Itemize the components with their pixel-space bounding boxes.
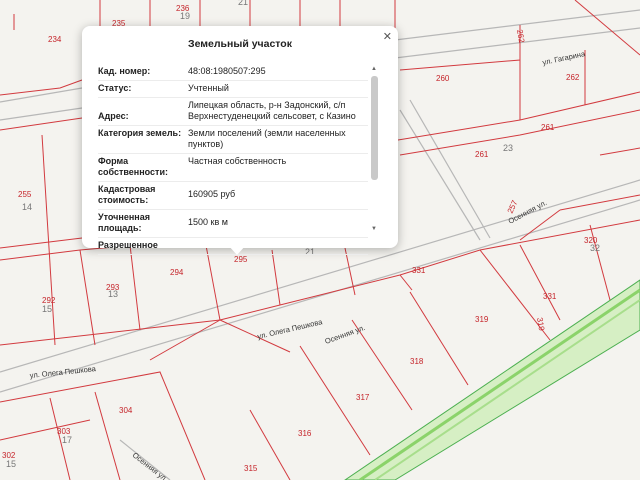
address-number: 13 bbox=[108, 289, 118, 299]
address-number: 19 bbox=[180, 11, 190, 21]
parcel-label: 319 bbox=[475, 315, 489, 324]
parcel-label: 319 bbox=[535, 317, 546, 332]
parcel-details[interactable]: Кад. номер: 48:08:1980507:295 Статус: Учте… bbox=[98, 64, 368, 260]
detail-key: Адрес: bbox=[98, 111, 129, 121]
parcel-label: 316 bbox=[298, 429, 312, 438]
detail-key: Кадастровая стоимость: bbox=[98, 184, 156, 205]
detail-value: 1500 кв м bbox=[188, 217, 228, 227]
address-number: 21 bbox=[238, 0, 248, 7]
scrollbar[interactable]: ▲ ▼ bbox=[371, 66, 378, 236]
parcel-label: 331 bbox=[543, 292, 557, 301]
parcel-label: 255 bbox=[18, 190, 32, 199]
detail-value: 160905 руб bbox=[188, 189, 236, 199]
address-number: 15 bbox=[6, 459, 16, 469]
parcel-label: 315 bbox=[244, 464, 258, 473]
address-number: 23 bbox=[503, 143, 513, 153]
parcel-info-popup: ✕ Земельный участок Кад. номер: 48:08:198… bbox=[82, 26, 398, 255]
detail-key: Форма собственности: bbox=[98, 156, 168, 177]
parcel-label: 260 bbox=[436, 74, 450, 83]
street-label: ул. Гагарина bbox=[542, 49, 587, 67]
street-label: Осенняя ул. bbox=[324, 323, 367, 346]
detail-row: Адрес: Липецкая область, р-н Задонский, с… bbox=[98, 98, 368, 126]
street-label: ул. Олега Пешкова bbox=[29, 364, 97, 380]
detail-row: Уточненная площадь: 1500 кв м bbox=[98, 210, 368, 238]
parcel-label: 318 bbox=[410, 357, 424, 366]
detail-key: Кад. номер: bbox=[98, 66, 151, 76]
parcel-label: 261 bbox=[541, 123, 555, 132]
parcel-label: 294 bbox=[170, 268, 184, 277]
parcel-label: 262 bbox=[515, 29, 526, 44]
parcel-label: 304 bbox=[119, 406, 133, 415]
detail-value bbox=[188, 240, 368, 251]
scroll-up-icon[interactable]: ▲ bbox=[371, 66, 377, 72]
address-number: 32 bbox=[590, 243, 600, 253]
address-number: 15 bbox=[42, 304, 52, 314]
detail-value: Частная собственность bbox=[188, 156, 287, 166]
detail-value: Учтенный bbox=[188, 83, 229, 93]
detail-key: Статус: bbox=[98, 83, 132, 93]
street-label: ул. Олега Пешкова bbox=[256, 317, 324, 341]
parcel-label: 262 bbox=[566, 73, 580, 82]
detail-value: Земли поселений (земли населенных пункто… bbox=[188, 128, 346, 149]
address-number: 17 bbox=[62, 435, 72, 445]
map-view[interactable]: 234 235 236 19 21 255 14 292 15 293 13 2… bbox=[0, 0, 640, 480]
detail-key: Уточненная площадь: bbox=[98, 212, 150, 233]
popup-title: Земельный участок bbox=[188, 38, 292, 50]
detail-row: Категория земель: Земли поселений (земли … bbox=[98, 126, 368, 154]
detail-value: Липецкая область, р-н Задонский, с/п Вер… bbox=[188, 100, 356, 121]
detail-key: Разрешенное bbox=[98, 240, 158, 250]
street-label: Осенняя ул. bbox=[131, 450, 170, 480]
parcel-label: 261 bbox=[475, 150, 489, 159]
detail-row: Кадастровая стоимость: 160905 руб bbox=[98, 182, 368, 210]
detail-row: Форма собственности: Частная собственност… bbox=[98, 154, 368, 182]
scrollbar-thumb[interactable] bbox=[371, 76, 378, 180]
popup-pointer bbox=[228, 245, 246, 255]
address-number: 14 bbox=[22, 202, 32, 212]
detail-row: Статус: Учтенный bbox=[98, 81, 368, 98]
detail-key: Категория земель: bbox=[98, 128, 182, 138]
scroll-down-icon[interactable]: ▼ bbox=[371, 226, 377, 232]
parcel-label: 234 bbox=[48, 35, 62, 44]
parcel-label: 331 bbox=[412, 266, 426, 275]
detail-row: Кад. номер: 48:08:1980507:295 bbox=[98, 64, 368, 81]
detail-value: 48:08:1980507:295 bbox=[188, 66, 266, 76]
parcel-label: 317 bbox=[356, 393, 370, 402]
